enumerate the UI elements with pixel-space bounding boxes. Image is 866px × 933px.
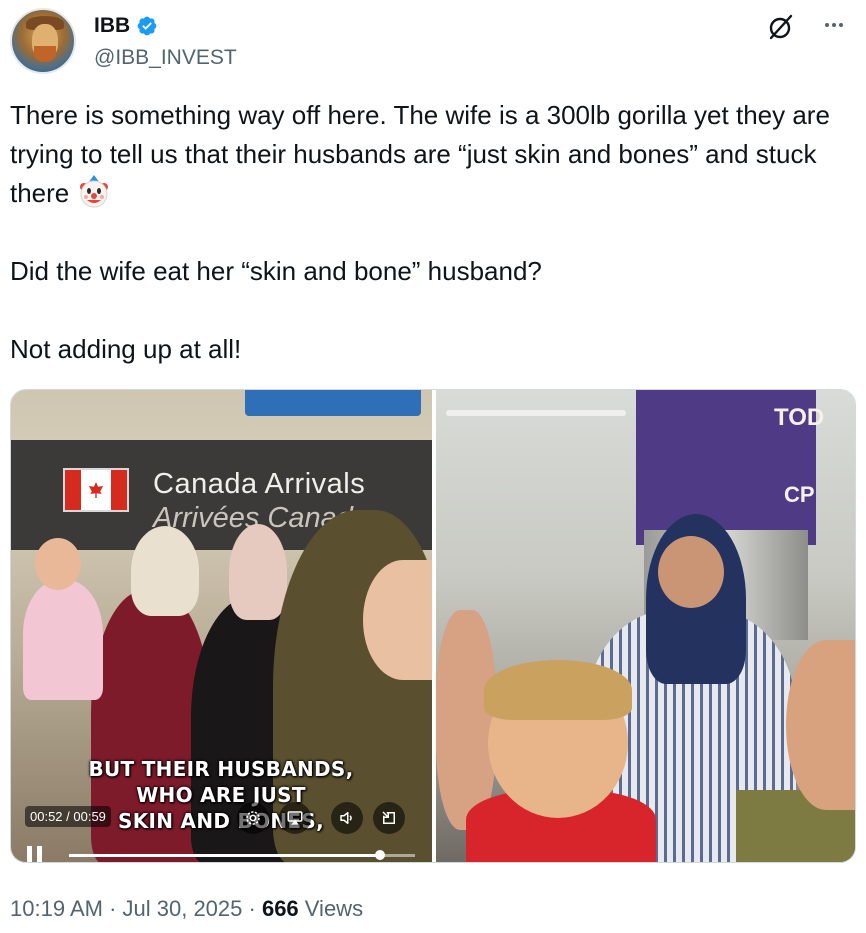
tweet-line-3: Not adding up at all! (10, 334, 242, 364)
avatar-beard (34, 46, 56, 62)
boy-face (786, 640, 855, 810)
progress-fill (69, 854, 381, 857)
tweet-meta: 10:19 AM · Jul 30, 2025 · 666 Views (10, 896, 363, 922)
person-pink-hijab (229, 524, 287, 620)
child-hair (484, 660, 632, 720)
verified-badge-icon (137, 16, 157, 36)
display-name[interactable]: IBB (94, 14, 130, 38)
volume-icon (340, 812, 352, 824)
person-white-hijab (131, 526, 199, 616)
caption-line-1: BUT THEIR HUSBANDS, (88, 757, 354, 781)
handle[interactable]: @IBB_INVEST (94, 46, 237, 70)
separator: · (242, 896, 262, 921)
airplay-icon (287, 811, 303, 825)
woman-face (658, 536, 724, 608)
name-row: IBB (94, 14, 158, 38)
photo[interactable]: TOD CP (436, 390, 855, 862)
tweet-time[interactable]: 10:19 AM (10, 896, 103, 921)
airplay-button[interactable] (279, 802, 311, 834)
video-player[interactable]: Canada Arrivals Arrivées Canada BUT THEI… (11, 390, 432, 862)
tweet-date[interactable]: Jul 30, 2025 (123, 896, 243, 921)
volume-button[interactable] (331, 802, 363, 834)
more-options-icon[interactable] (814, 10, 854, 40)
avatar[interactable] (10, 8, 76, 74)
departure-screen (245, 390, 421, 416)
tweet-line-1: There is something way off here. The wif… (10, 100, 838, 208)
sign-text-english: Canada Arrivals (153, 468, 366, 500)
exit-fullscreen-button[interactable] (373, 802, 405, 834)
ceiling-lights (446, 410, 626, 416)
raised-hand (436, 610, 496, 830)
baby (23, 580, 103, 700)
media-grid: Canada Arrivals Arrivées Canada BUT THEI… (10, 389, 856, 863)
separator: · (102, 896, 123, 921)
column-sign-mid: CP (784, 482, 815, 507)
video-progress-bar[interactable] (69, 850, 415, 860)
views-count[interactable]: 666 (262, 896, 299, 921)
exit-fullscreen-icon (382, 811, 395, 824)
canada-flag-icon (63, 468, 129, 512)
clown-face-emoji-icon (79, 175, 108, 208)
grok-icon[interactable] (766, 12, 796, 42)
tweet-line-2: Did the wife eat her “skin and bone” hus… (10, 256, 542, 286)
views-label: Views (298, 896, 364, 921)
baby-head (35, 538, 81, 590)
column-sign-top: TOD (774, 404, 825, 431)
pause-button[interactable] (27, 846, 47, 862)
settings-button[interactable] (237, 802, 269, 834)
video-time: 00:52 / 00:59 (25, 806, 111, 827)
settings-icon (246, 811, 260, 825)
tweet-header: IBB @IBB_INVEST (10, 8, 856, 78)
tweet-text: There is something way off here. The wif… (10, 96, 840, 369)
